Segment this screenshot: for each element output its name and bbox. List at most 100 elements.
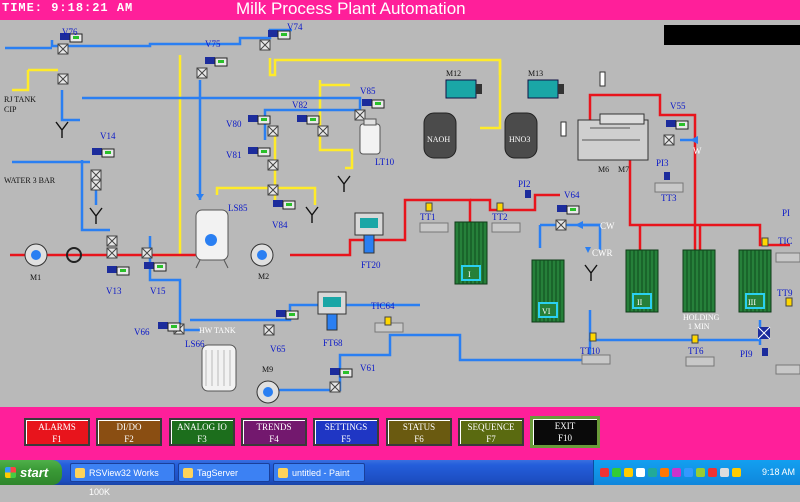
pi-edge-label: PI xyxy=(782,208,790,218)
section-iii-label: III xyxy=(748,298,756,307)
valve-label: V15 xyxy=(150,286,166,296)
tray-icon[interactable] xyxy=(684,468,693,477)
taskbar-item-tagserver[interactable]: TagServer xyxy=(178,463,270,482)
taskbar-item-label: TagServer xyxy=(197,468,239,478)
motor-label: M2 xyxy=(258,272,269,281)
taskbar: start RSView32 Works 100K TagServer unti… xyxy=(0,460,800,497)
pump-m1[interactable] xyxy=(24,243,48,267)
water-label: WATER 3 BAR xyxy=(4,176,56,185)
tt10-label: TT10 xyxy=(580,346,600,356)
tt2-label: TT2 xyxy=(492,212,508,222)
w-label: W xyxy=(693,146,702,156)
flow-transmitter-ft68[interactable] xyxy=(317,291,347,331)
rj-tank-label: RJ TANK xyxy=(4,95,36,104)
valve-label: V55 xyxy=(670,101,686,111)
app-icon xyxy=(278,468,288,478)
valve-label: V13 xyxy=(106,286,122,296)
app-icon xyxy=(75,468,85,478)
tray-icon[interactable] xyxy=(708,468,717,477)
ls85-label: LS85 xyxy=(228,203,248,213)
valve-label: V14 xyxy=(100,131,116,141)
analog-io-button[interactable]: ANALOG IO F3 xyxy=(169,418,235,446)
motor-m12[interactable] xyxy=(445,79,482,99)
safety-valve-pi9[interactable] xyxy=(757,326,771,340)
section-i-label: I xyxy=(468,270,471,279)
trends-button[interactable]: TRENDS F4 xyxy=(241,418,307,446)
settings-button[interactable]: SETTINGS F5 xyxy=(313,418,379,446)
tray-icon[interactable] xyxy=(660,468,669,477)
exit-button[interactable]: EXIT F10 xyxy=(530,416,600,448)
tank-ls85 xyxy=(195,209,229,269)
di-do-button[interactable]: DI/DO F2 xyxy=(96,418,162,446)
tray-icon[interactable] xyxy=(612,468,621,477)
level-probe xyxy=(599,71,606,87)
motor-label: M9 xyxy=(262,365,273,374)
taskbar-item-rsview[interactable]: RSView32 Works 100K xyxy=(70,463,175,497)
valve-label: V66 xyxy=(134,327,150,337)
tray-icon[interactable] xyxy=(600,468,609,477)
button-label: ANALOG IO xyxy=(177,422,227,432)
header-bar: TIME: 9:18:21 AM Milk Process Plant Auto… xyxy=(0,0,800,20)
button-label: SETTINGS xyxy=(324,422,368,432)
cip-label: CIP xyxy=(4,105,17,114)
tray-icon[interactable] xyxy=(672,468,681,477)
tray-icon[interactable] xyxy=(732,468,741,477)
holding-time-label: 1 MIN xyxy=(688,322,710,331)
valve-label: V74 xyxy=(287,22,303,32)
button-label: TRENDS xyxy=(256,422,292,432)
valve-label: V76 xyxy=(62,27,78,37)
button-key: F1 xyxy=(52,434,62,444)
tank-hw xyxy=(201,344,237,392)
time-label: TIME: xyxy=(2,1,44,15)
tt6-label: TT6 xyxy=(688,346,704,356)
flow-transmitter-ft20[interactable] xyxy=(354,212,384,254)
motor-m13[interactable] xyxy=(527,79,564,99)
button-key: F5 xyxy=(341,434,351,444)
page-title-text: Milk Process Plant Automation xyxy=(236,0,466,18)
status-button[interactable]: STATUS F6 xyxy=(386,418,452,446)
tt1-label: TT1 xyxy=(420,212,436,222)
taskbar-clock[interactable]: 9:18 AM xyxy=(762,460,795,485)
pi9-label: PI9 xyxy=(740,349,753,359)
valve-label: V80 xyxy=(226,119,242,129)
app-icon xyxy=(183,468,193,478)
tray-icon[interactable] xyxy=(648,468,657,477)
tray-icon[interactable] xyxy=(720,468,729,477)
holding-label: HOLDING xyxy=(683,313,720,322)
valve-label: V61 xyxy=(360,363,376,373)
heat-exchanger-section-i[interactable] xyxy=(454,221,488,285)
valve-label: V85 xyxy=(360,86,376,96)
taskbar-item-paint[interactable]: untitled - Paint xyxy=(273,463,365,482)
pump-m9[interactable] xyxy=(256,380,280,404)
holding-tube[interactable] xyxy=(682,249,716,313)
time-value: 9:18:21 AM xyxy=(51,1,134,15)
pi3-label: PI3 xyxy=(656,158,669,168)
sequence-button[interactable]: SEQUENCE F7 xyxy=(458,418,524,446)
clock-display: TIME: 9:18:21 AM xyxy=(2,1,133,15)
valve-label: V75 xyxy=(205,39,221,49)
tank-lt10 xyxy=(359,118,381,155)
cwr-label: CWR xyxy=(592,248,613,258)
taskbar-item-label: RSView32 Works 100K xyxy=(89,468,159,497)
alarms-button[interactable]: ALARMS F1 xyxy=(24,418,90,446)
valve-label: V65 xyxy=(270,344,286,354)
valve-label: V81 xyxy=(226,150,242,160)
homogenizer[interactable] xyxy=(577,113,649,161)
button-key: F3 xyxy=(197,434,207,444)
tray-icon[interactable] xyxy=(636,468,645,477)
motor-label: M7 xyxy=(618,165,629,174)
button-label: DI/DO xyxy=(116,422,142,432)
tray-icon[interactable] xyxy=(696,468,705,477)
valve-label: V84 xyxy=(272,220,288,230)
button-label: ALARMS xyxy=(38,422,76,432)
tt9-label: TT9 xyxy=(777,288,793,298)
button-key: F2 xyxy=(124,434,134,444)
level-probe-2 xyxy=(560,121,567,137)
valve-label: V64 xyxy=(564,190,580,200)
tray-icon[interactable] xyxy=(624,468,633,477)
ft68-label: FT68 xyxy=(323,338,343,348)
process-diagram: V76 V75 V74 V85 V82 V80 V81 V84 V14 V13 … xyxy=(4,22,800,404)
pump-m2[interactable] xyxy=(250,243,274,267)
ft20-label: FT20 xyxy=(361,260,381,270)
start-button[interactable]: start xyxy=(0,460,62,485)
